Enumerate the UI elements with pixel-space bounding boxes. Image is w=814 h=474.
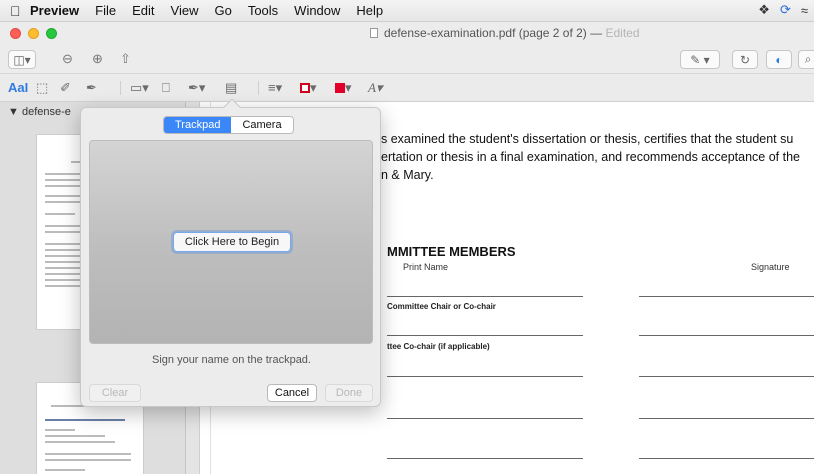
- menu-edit[interactable]: Edit: [132, 3, 154, 18]
- print-name-line-1[interactable]: [387, 296, 583, 297]
- tab-camera[interactable]: Camera: [231, 117, 293, 133]
- menu-window[interactable]: Window: [294, 3, 340, 18]
- rotate-button[interactable]: ↻: [732, 50, 758, 69]
- signature-line-3[interactable]: [639, 376, 814, 377]
- zoom-out-icon[interactable]: ⊖: [62, 51, 73, 67]
- close-window-button[interactable]: [10, 28, 21, 39]
- signature-line-1[interactable]: [639, 296, 814, 297]
- sidebar-document-name: defense-e: [21, 106, 71, 118]
- tab-trackpad[interactable]: Trackpad: [164, 117, 232, 133]
- signature-line-4[interactable]: [639, 418, 814, 419]
- text-box-icon[interactable]: ⎕: [162, 80, 170, 96]
- menu-help[interactable]: Help: [356, 3, 383, 18]
- apple-menu-icon[interactable]: : [10, 3, 30, 19]
- role-label-cochair: ttee Co-chair (if applicable): [387, 342, 490, 351]
- markup-icon: ◐: [775, 52, 783, 67]
- sketch-icon[interactable]: ✐: [60, 80, 71, 96]
- signature-hint: Sign your name on the trackpad.: [152, 354, 311, 366]
- committee-heading: MMITTEE MEMBERS: [387, 244, 516, 259]
- window-title-text: defense-examination.pdf (page 2 of 2): [384, 26, 587, 40]
- print-name-label: Print Name: [403, 262, 449, 272]
- font-icon[interactable]: A▾: [368, 80, 382, 96]
- signature-line-5[interactable]: [639, 458, 814, 459]
- click-to-begin-button[interactable]: Click Here to Begin: [173, 232, 291, 252]
- title-bar: defense-examination.pdf (page 2 of 2) — …: [0, 22, 814, 44]
- trackpad-signature-area[interactable]: Click Here to Begin: [89, 140, 373, 344]
- menu-view[interactable]: View: [171, 3, 199, 18]
- signature-popover: Trackpad Camera Click Here to Begin Sign…: [80, 98, 381, 407]
- rotate-icon: ↻: [739, 52, 751, 67]
- menu-tools[interactable]: Tools: [248, 3, 278, 18]
- document-icon: [370, 28, 378, 38]
- dropbox-icon[interactable]: ❖: [758, 2, 770, 18]
- doc-line-1: s examined the student's dissertation or…: [381, 132, 794, 146]
- share-icon[interactable]: ⇧: [120, 51, 131, 67]
- shapes-icon[interactable]: ▭▾: [130, 80, 149, 96]
- selection-icon[interactable]: ⬚: [36, 80, 48, 96]
- doc-line-3: n & Mary.: [381, 168, 434, 182]
- done-button[interactable]: Done: [325, 384, 373, 402]
- menu-preview[interactable]: Preview: [30, 3, 79, 18]
- zoom-window-button[interactable]: [46, 28, 57, 39]
- sign-icon[interactable]: ✒▾: [188, 80, 205, 96]
- print-name-line-3[interactable]: [387, 376, 583, 377]
- window-title: defense-examination.pdf (page 2 of 2) — …: [370, 26, 640, 40]
- doc-line-2: ertation or thesis in a final examinatio…: [381, 150, 800, 164]
- role-label-chair: Committee Chair or Co-chair: [387, 302, 496, 311]
- sync-icon[interactable]: ⟳: [780, 2, 791, 18]
- menu-go[interactable]: Go: [214, 3, 231, 18]
- search-icon: ⌕: [804, 52, 812, 66]
- capture-mode-segmented-control: Trackpad Camera: [163, 116, 294, 134]
- edited-status: Edited: [605, 26, 640, 40]
- draw-icon[interactable]: ✒: [86, 80, 97, 96]
- zoom-in-icon[interactable]: ⊕: [92, 51, 103, 67]
- print-name-line-2[interactable]: [387, 335, 583, 336]
- text-style-icon[interactable]: AaI: [8, 80, 28, 95]
- disclosure-triangle-icon: ▼: [8, 106, 19, 118]
- note-icon[interactable]: ▤: [225, 80, 237, 96]
- toolbar: ◫▾ ⊖ ⊕ ⇧ ✎ ▾ ↻ ◐ ⌕: [0, 44, 814, 74]
- line-style-icon[interactable]: ≡▾: [268, 80, 282, 96]
- print-name-line-4[interactable]: [387, 418, 583, 419]
- search-button[interactable]: ⌕: [798, 50, 814, 69]
- pen-icon: ✎ ▾: [690, 52, 710, 67]
- cancel-button[interactable]: Cancel: [267, 384, 317, 402]
- sidebar-toggle-button[interactable]: ◫▾: [8, 50, 36, 69]
- markup-toolbar: AaI ⬚ ✐ ✒ ▭▾ ⎕ ✒▾ ▤ ≡▾ ▾ ▾ A▾: [0, 74, 814, 102]
- print-name-line-5[interactable]: [387, 458, 583, 459]
- minimize-window-button[interactable]: [28, 28, 39, 39]
- menu-file[interactable]: File: [95, 3, 116, 18]
- menu-bar:  Preview File Edit View Go Tools Window…: [0, 0, 814, 22]
- pen-button[interactable]: ✎ ▾: [680, 50, 720, 69]
- clear-button[interactable]: Clear: [89, 384, 141, 402]
- sidebar-header[interactable]: ▼ defense-e: [8, 106, 71, 118]
- wifi-icon[interactable]: ≈: [801, 3, 808, 18]
- signature-line-2[interactable]: [639, 335, 814, 336]
- signature-label: Signature: [751, 262, 790, 272]
- title-separator: —: [590, 26, 603, 40]
- sidebar-toggle-icon: ◫▾: [13, 52, 31, 67]
- markup-button[interactable]: ◐: [766, 50, 792, 69]
- fill-color-icon[interactable]: ▾: [335, 80, 352, 96]
- border-color-icon[interactable]: ▾: [300, 80, 317, 96]
